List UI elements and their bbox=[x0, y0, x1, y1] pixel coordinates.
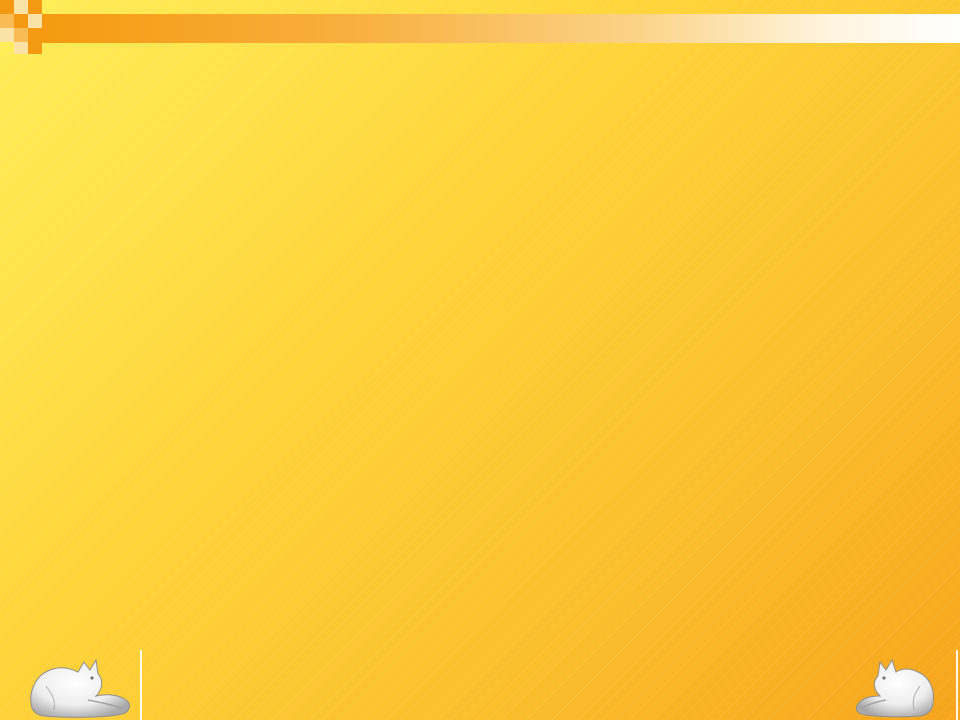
left-cat-icon bbox=[30, 658, 130, 718]
bottom-left-divider bbox=[140, 650, 142, 720]
header-accent-bar bbox=[42, 14, 960, 43]
slide-canvas bbox=[0, 0, 960, 720]
bottom-right-divider bbox=[956, 650, 958, 720]
right-cat-icon bbox=[855, 658, 934, 718]
